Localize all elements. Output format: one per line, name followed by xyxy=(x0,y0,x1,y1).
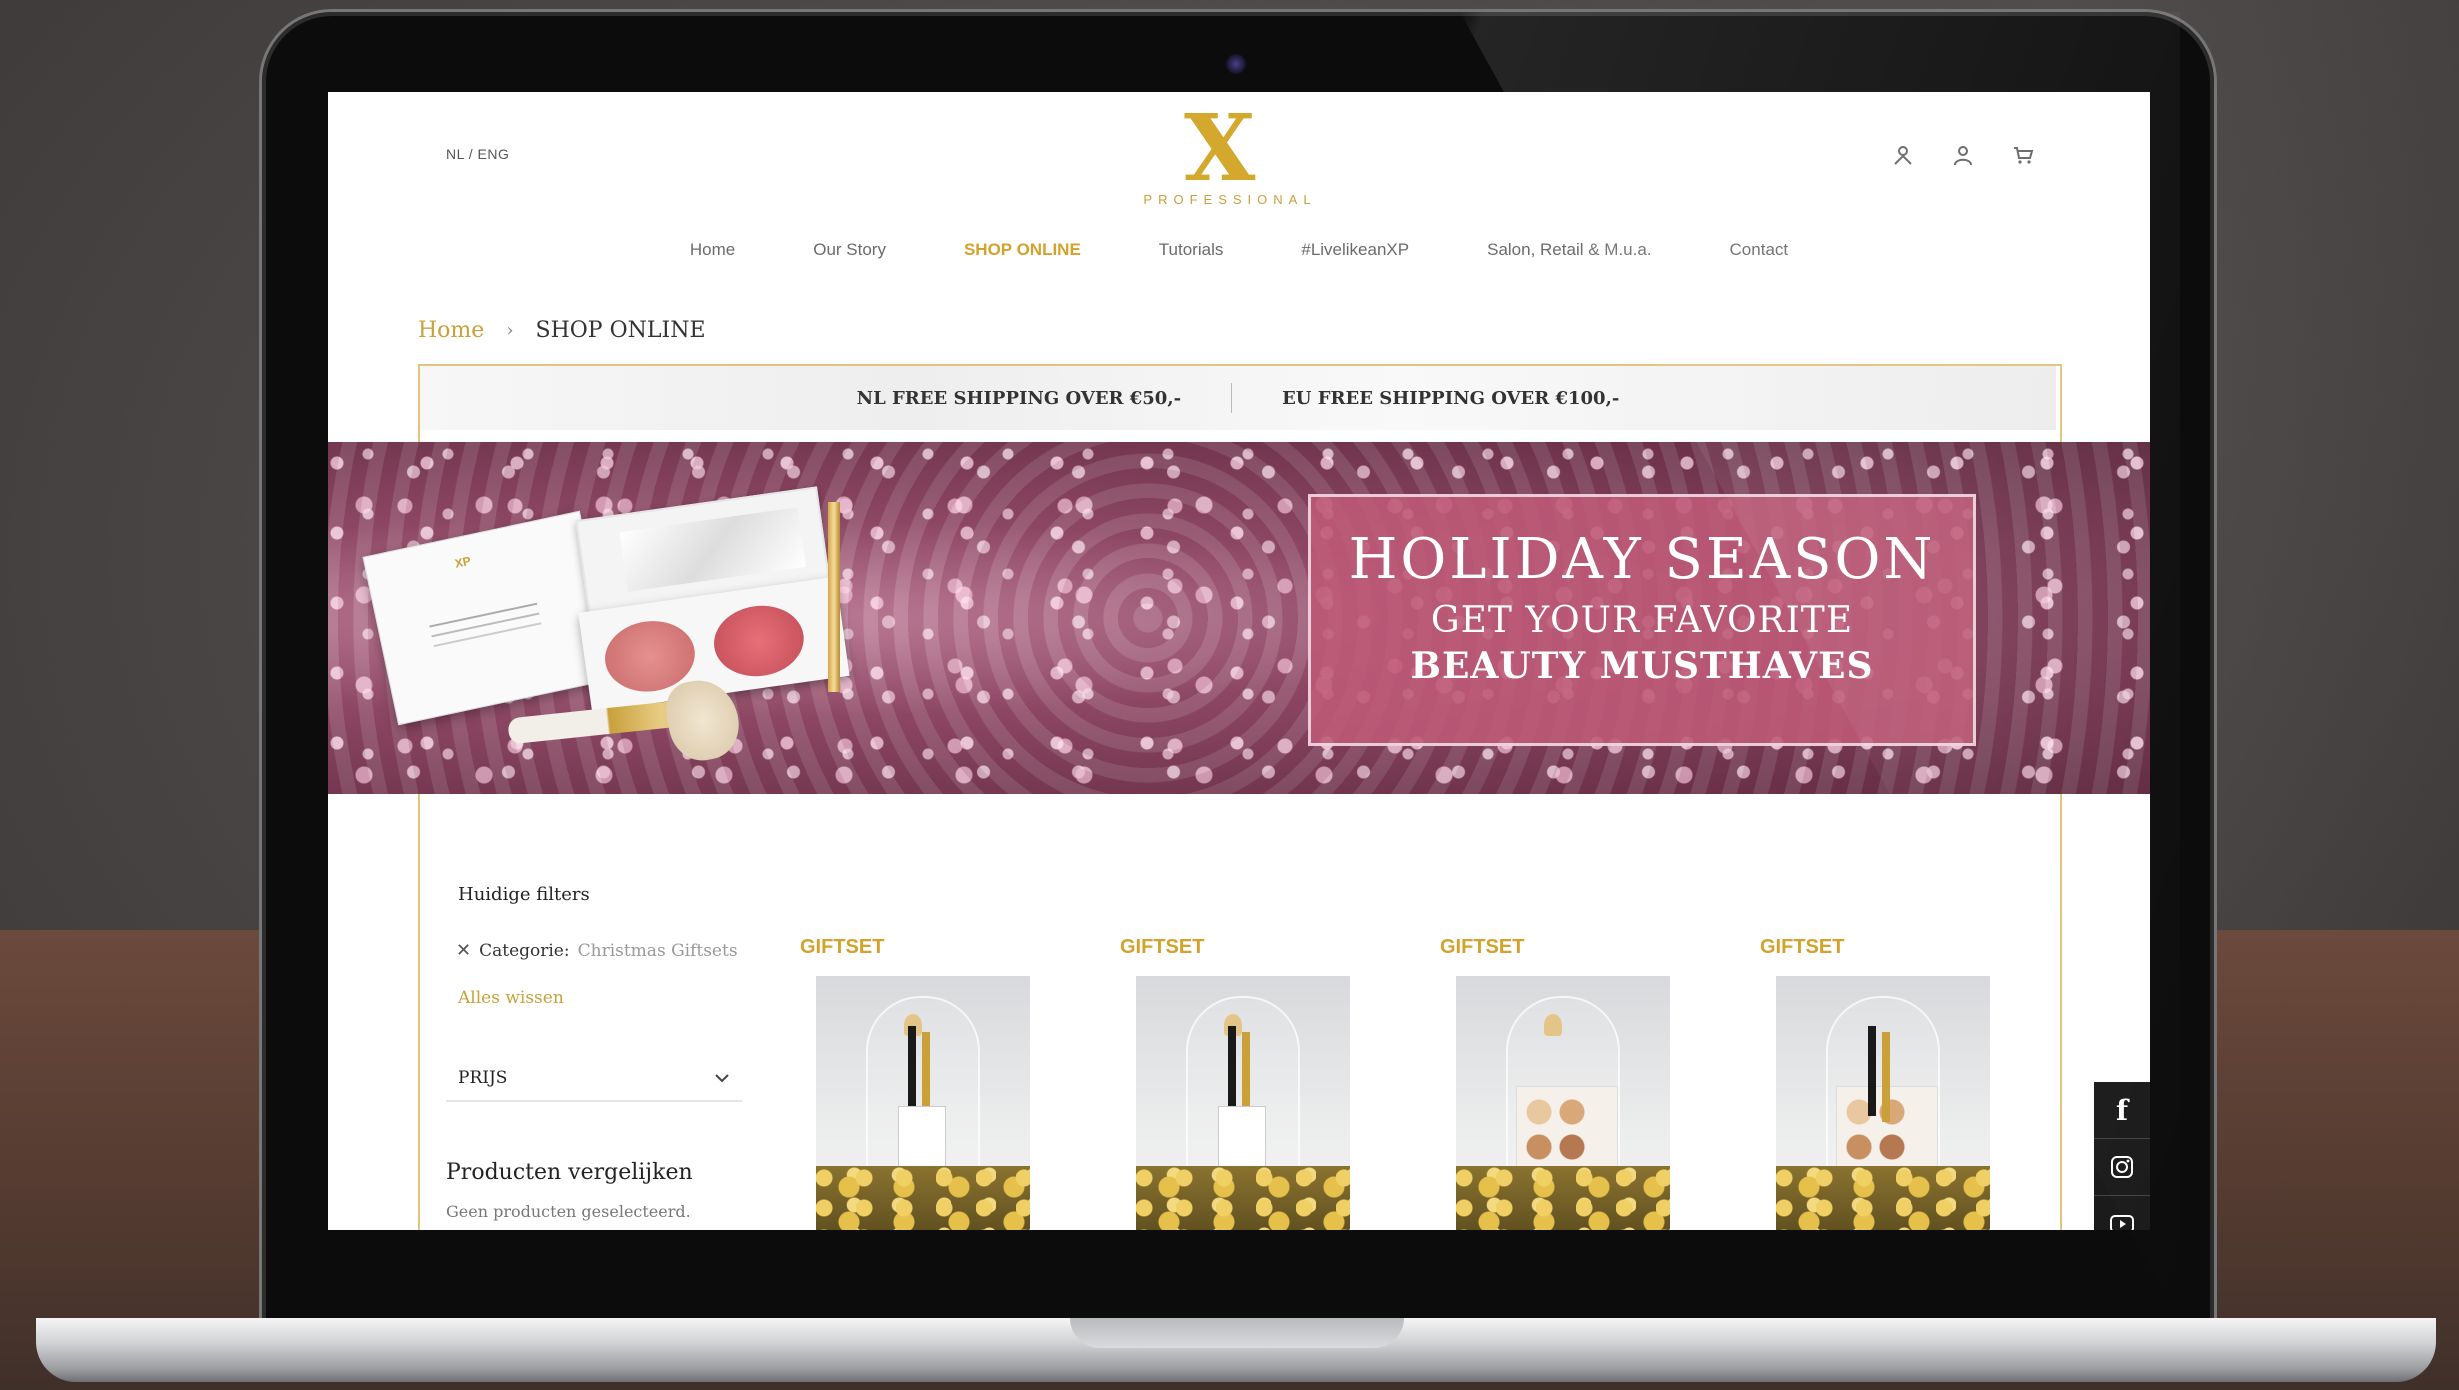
website-screen: NL / ENG X PROFESSIONAL Home Our Story S… xyxy=(328,92,2150,1230)
product-category: GIFTSET xyxy=(1760,936,1845,958)
gold-confetti xyxy=(1456,1166,1670,1230)
product-category: GIFTSET xyxy=(800,936,885,958)
nav-our-story[interactable]: Our Story xyxy=(813,240,886,260)
product-card[interactable]: GIFTSET xyxy=(1760,936,2000,1230)
logo-text: PROFESSIONAL xyxy=(1143,192,1317,207)
nav-contact[interactable]: Contact xyxy=(1730,240,1789,260)
breadcrumb: Home › SHOP ONLINE xyxy=(418,318,706,343)
gold-confetti xyxy=(816,1166,1030,1230)
chevron-down-icon xyxy=(715,1074,729,1083)
brush-handle-image xyxy=(828,502,840,692)
language-switch[interactable]: NL / ENG xyxy=(446,146,509,162)
product-category: GIFTSET xyxy=(1120,936,1205,958)
nav-livelikeanxp[interactable]: #LivelikeanXP xyxy=(1301,240,1409,260)
remove-filter-icon[interactable]: ✕ xyxy=(456,940,471,961)
shipping-divider xyxy=(1231,383,1233,413)
shipping-bar: NL FREE SHIPPING OVER €50,- EU FREE SHIP… xyxy=(420,366,2056,430)
brush-set xyxy=(1228,1026,1236,1116)
active-filter: ✕ Categorie: Christmas Giftsets xyxy=(456,940,738,961)
nav-shop-online[interactable]: SHOP ONLINE xyxy=(964,240,1081,260)
palette-brand-mark: XP xyxy=(453,553,473,571)
breadcrumb-home[interactable]: Home xyxy=(418,318,484,343)
nav-home[interactable]: Home xyxy=(690,240,735,260)
filter-category-value: Christmas Giftsets xyxy=(577,940,738,961)
product-image[interactable] xyxy=(1456,976,1670,1230)
promo-title: HOLIDAY SEASON xyxy=(1348,527,1936,592)
instagram-icon[interactable] xyxy=(2094,1139,2150,1196)
social-sidebar: f xyxy=(2094,1082,2150,1230)
gold-confetti xyxy=(1136,1166,1350,1230)
product-image[interactable] xyxy=(1776,976,1990,1230)
youtube-icon[interactable] xyxy=(2094,1196,2150,1230)
current-filters-title: Huidige filters xyxy=(458,884,590,905)
compare-empty-text: Geen producten geselecteerd. xyxy=(446,1202,691,1221)
brush-tip xyxy=(1544,1014,1562,1036)
product-card[interactable]: GIFTSET xyxy=(1120,936,1360,1230)
price-filter-dropdown[interactable]: PRIJS xyxy=(446,1056,742,1102)
logo-mark: X xyxy=(1184,94,1256,202)
product-card[interactable]: GIFTSET xyxy=(800,936,1040,1230)
brush-set xyxy=(1868,1026,1876,1116)
product-card[interactable]: GIFTSET xyxy=(1440,936,1680,1230)
gold-confetti xyxy=(1776,1166,1990,1230)
cart-icon[interactable] xyxy=(2012,144,2034,166)
brush-set xyxy=(908,1026,916,1116)
logo[interactable]: X PROFESSIONAL xyxy=(1140,102,1320,222)
clear-filters-link[interactable]: Alles wissen xyxy=(458,988,564,1008)
header-icons xyxy=(1892,144,2034,166)
shipping-eu: EU FREE SHIPPING OVER €100,- xyxy=(1282,387,1620,409)
camera-icon xyxy=(1226,54,1246,74)
nav-salon-retail[interactable]: Salon, Retail & M.u.a. xyxy=(1487,240,1651,260)
product-category: GIFTSET xyxy=(1440,936,1525,958)
main-nav: Home Our Story SHOP ONLINE Tutorials #Li… xyxy=(328,240,2150,260)
youtube-glyph xyxy=(2110,1215,2134,1230)
user-icon[interactable] xyxy=(1892,144,1914,166)
promo-line2: BEAUTY MUSTHAVES xyxy=(1410,645,1874,687)
product-image[interactable] xyxy=(816,976,1030,1230)
palette-mirror xyxy=(619,507,806,592)
breadcrumb-current: SHOP ONLINE xyxy=(535,318,706,343)
facebook-icon[interactable]: f xyxy=(2094,1082,2150,1139)
promo-box: HOLIDAY SEASON GET YOUR FAVORITE BEAUTY … xyxy=(1308,494,1976,746)
holiday-banner[interactable]: XP HOLIDAY SEASON GET YOUR FAVORITE BEAU… xyxy=(328,442,2150,794)
promo-line1: GET YOUR FAVORITE xyxy=(1430,600,1854,641)
compare-title: Producten vergelijken xyxy=(446,1160,693,1185)
filter-category-label: Categorie: xyxy=(479,940,570,961)
instagram-glyph xyxy=(2111,1156,2133,1178)
nav-tutorials[interactable]: Tutorials xyxy=(1159,240,1224,260)
person-icon[interactable] xyxy=(1952,144,1974,166)
product-image[interactable] xyxy=(1136,976,1350,1230)
shipping-nl: NL FREE SHIPPING OVER €50,- xyxy=(856,387,1182,409)
price-filter-label: PRIJS xyxy=(458,1068,508,1088)
chevron-right-icon: › xyxy=(506,320,514,341)
laptop-notch xyxy=(1070,1318,1404,1348)
palette-box-print xyxy=(429,602,538,628)
